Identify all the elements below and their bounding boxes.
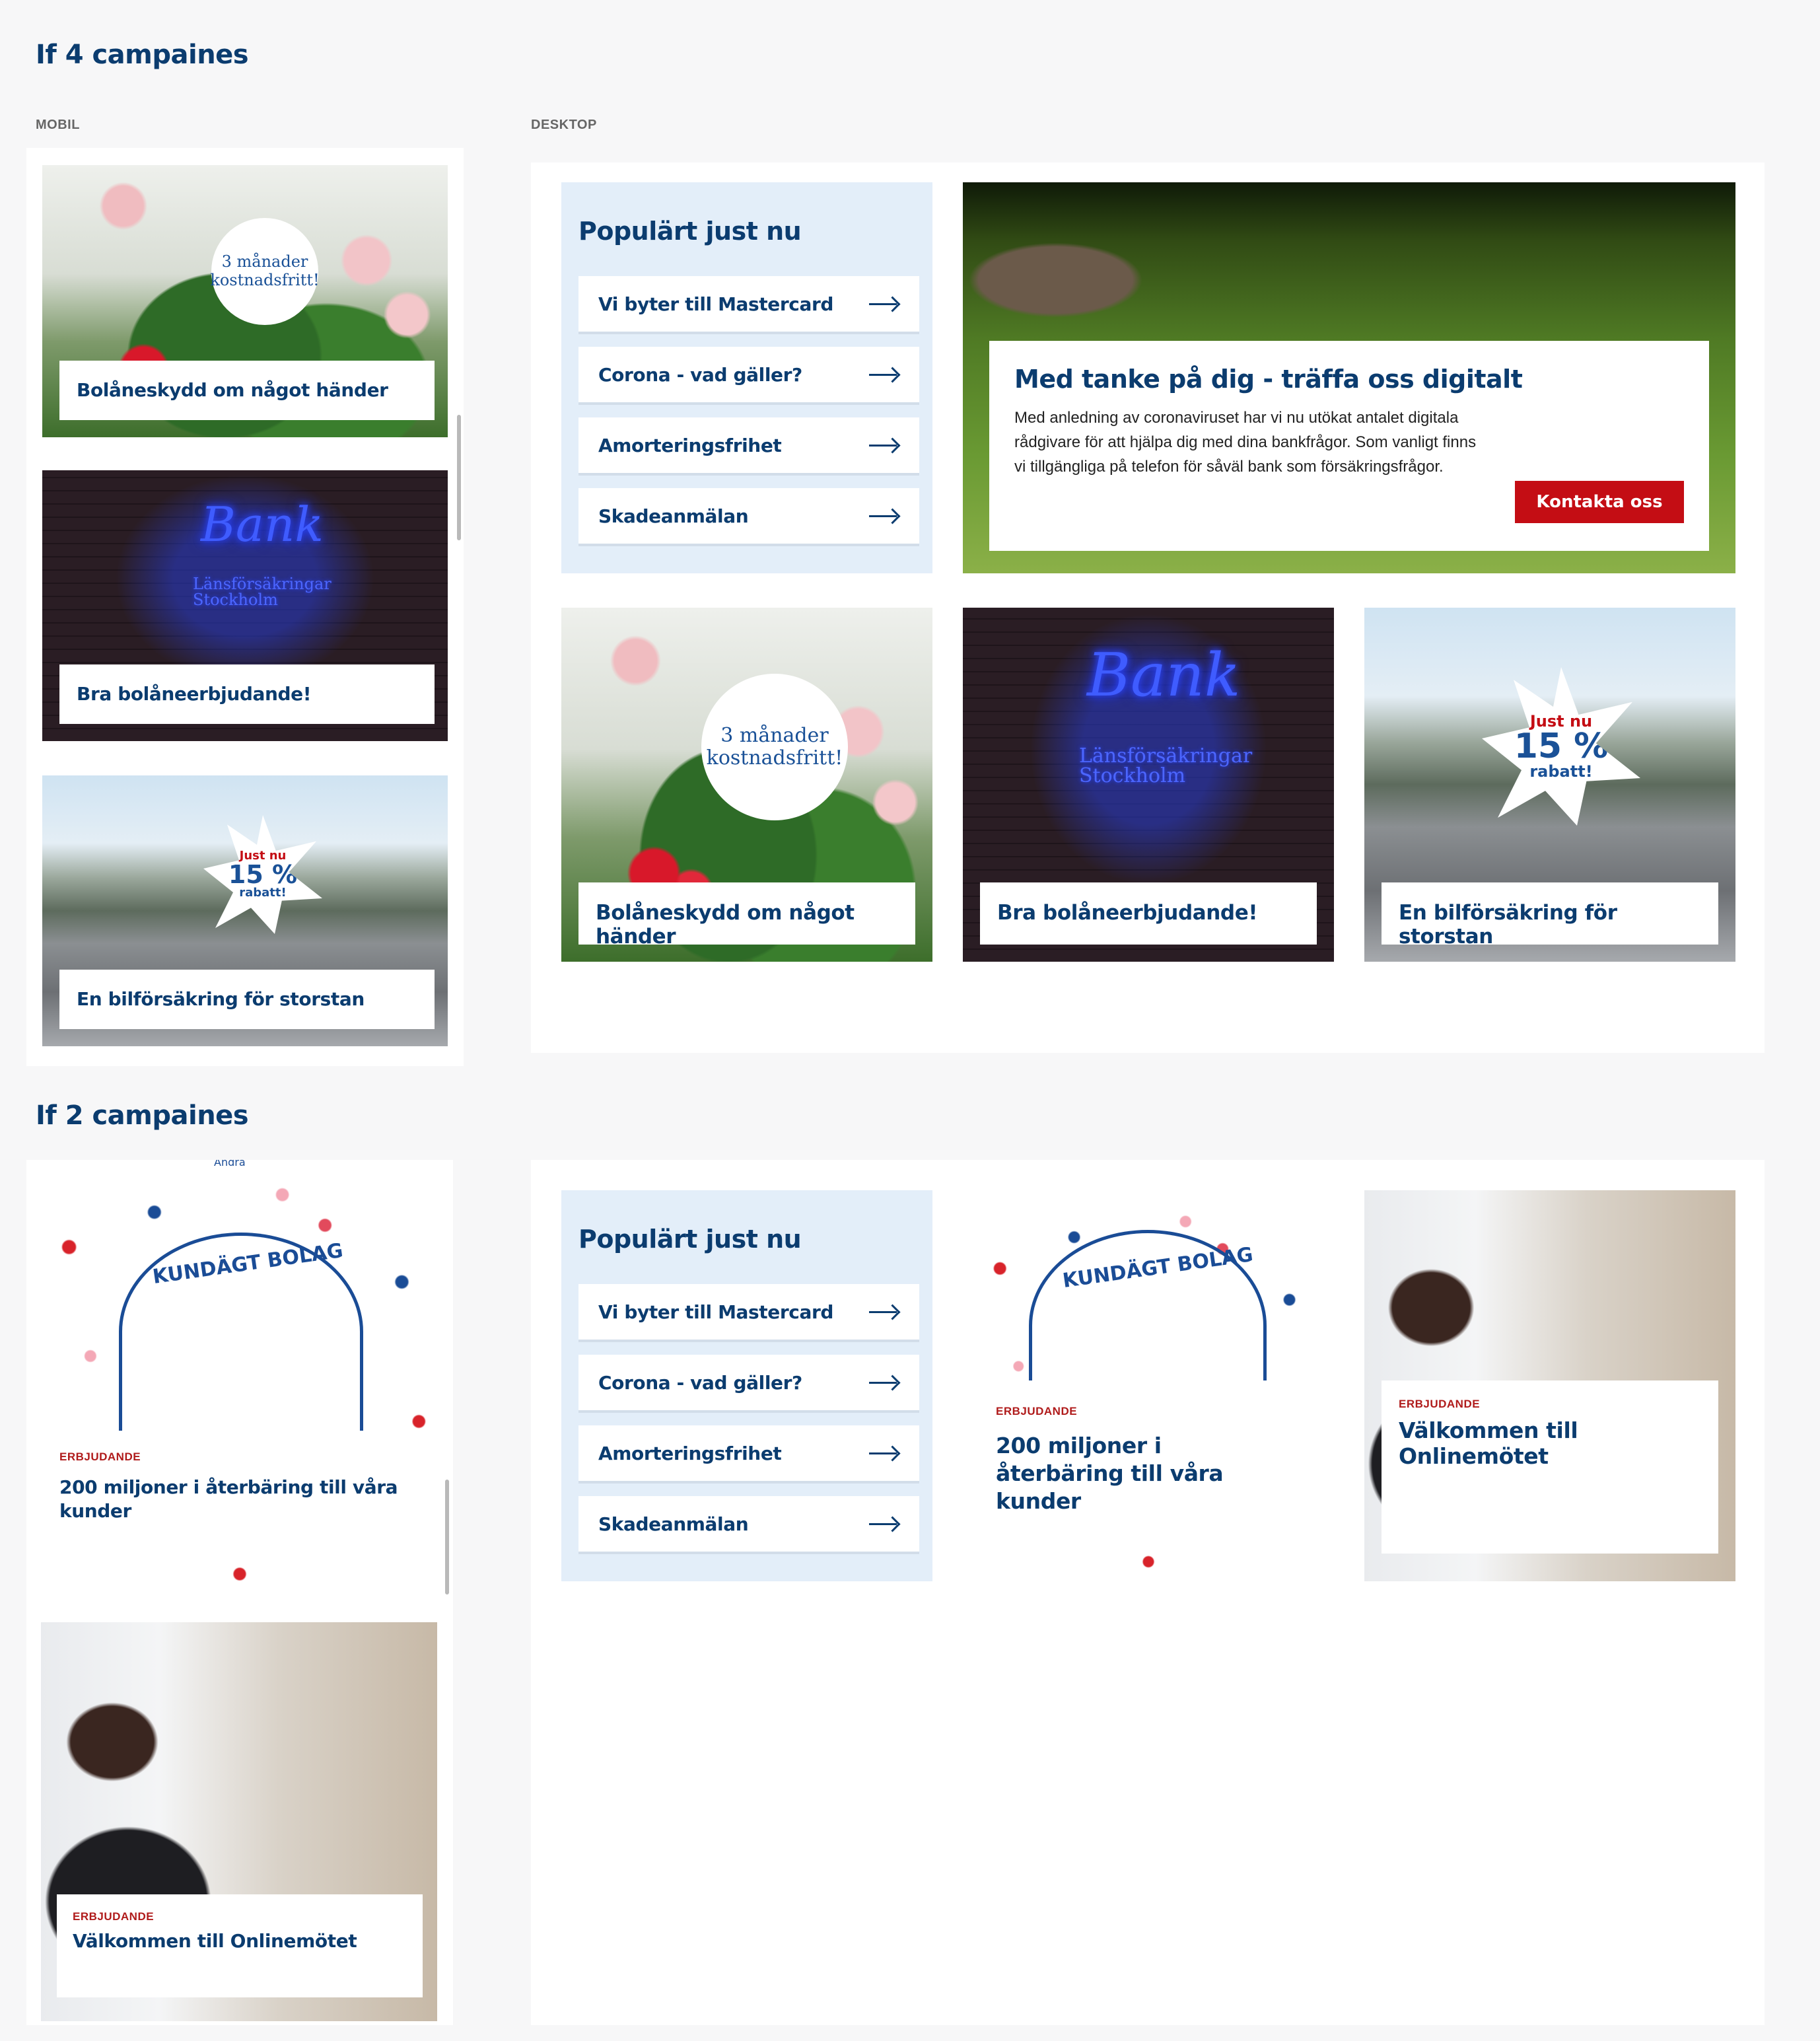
campaign-label: En bilförsäkring för storstan bbox=[59, 970, 435, 1029]
arrow-right-icon bbox=[869, 509, 899, 522]
campaign-label: En bilförsäkring för storstan bbox=[1382, 882, 1718, 949]
desktop-panel-2: Populärt just nu Vi byter till Mastercar… bbox=[531, 1160, 1765, 2025]
desktop-label: DESKTOP bbox=[531, 118, 597, 132]
discount-star-badge: Just nu 15 % rabatt! bbox=[1482, 667, 1640, 826]
popular-link-skadeanmalan[interactable]: Skadeanmälan bbox=[578, 488, 919, 546]
campaign-title: 200 miljoner i återbäring till våra kund… bbox=[996, 1433, 1224, 1514]
mobile-panel-2: Andra KUNDÄGT BOLAG ERBJUDANDE 200 miljo… bbox=[26, 1160, 453, 2025]
popular-link-skadeanmalan[interactable]: Skadeanmälan bbox=[578, 1496, 919, 1554]
campaign-title: Välkommen till Onlinemötet bbox=[1399, 1417, 1578, 1469]
popular-box: Populärt just nu Vi byter till Mastercar… bbox=[561, 1190, 932, 1581]
campaign-card-aterbaring[interactable]: Andra KUNDÄGT BOLAG ERBJUDANDE 200 miljo… bbox=[26, 1160, 453, 1596]
bank-neon-sub2: Stockholm bbox=[1079, 764, 1186, 787]
bank-neon-sign: Bank bbox=[201, 497, 324, 552]
bank-neon-sign: Bank bbox=[1087, 641, 1241, 710]
mobile-scrollbar[interactable] bbox=[457, 415, 461, 540]
campaign-label: ERBJUDANDE Välkommen till Onlinemötet bbox=[1382, 1380, 1718, 1554]
campaign-card-bolaneskydd[interactable]: 3 månader kostnadsfritt! Bolåneskydd om n… bbox=[561, 608, 932, 962]
popular-title: Populärt just nu bbox=[578, 217, 802, 246]
promo-badge: 3 månader kostnadsfritt! bbox=[701, 674, 848, 820]
campaign-label: Bolåneskydd om något händer bbox=[59, 361, 435, 420]
hero-body: Med anledning av coronaviruset har vi nu… bbox=[1014, 409, 1477, 476]
campaign-card-onlinemote[interactable]: ERBJUDANDE Välkommen till Onlinemötet bbox=[41, 1622, 437, 2021]
offer-tag: ERBJUDANDE bbox=[59, 1450, 141, 1463]
offer-tag: ERBJUDANDE bbox=[73, 1910, 155, 1923]
popular-link-amortering[interactable]: Amorteringsfrihet bbox=[578, 1425, 919, 1484]
promo-badge: 3 månader kostnadsfritt! bbox=[210, 218, 320, 325]
bank-neon-sub2: Stockholm bbox=[193, 591, 278, 609]
campaign-title: Välkommen till Onlinemötet bbox=[73, 1930, 357, 1952]
bank-neon-sub1: Länsförsäkringar bbox=[1079, 744, 1253, 768]
popular-link-corona[interactable]: Corona - vad gäller? bbox=[578, 347, 919, 405]
campaign-title: 200 miljoner i återbäring till våra kund… bbox=[59, 1476, 398, 1522]
section-title-2-campaigns: If 2 campaines bbox=[36, 1100, 249, 1131]
popular-link-corona[interactable]: Corona - vad gäller? bbox=[578, 1355, 919, 1413]
desktop-panel-4: Populärt just nu Vi byter till Mastercar… bbox=[531, 162, 1765, 1053]
campaign-card-bank[interactable]: Bank Länsförsäkringar Stockholm Bra bolå… bbox=[42, 470, 448, 741]
campaign-label: ERBJUDANDE Välkommen till Onlinemötet bbox=[57, 1894, 423, 1997]
popular-box: Populärt just nu Vi byter till Mastercar… bbox=[561, 182, 932, 573]
arrow-right-icon bbox=[869, 297, 899, 310]
mobile-panel-4: 3 månader kostnadsfritt! Bolåneskydd om n… bbox=[26, 148, 464, 1066]
campaign-label: ERBJUDANDE 200 miljoner i återbäring til… bbox=[44, 1437, 440, 1550]
campaign-card-bil[interactable]: Just nu 15 % rabatt! En bilförsäkring fö… bbox=[1364, 608, 1735, 962]
offer-tag: ERBJUDANDE bbox=[1399, 1398, 1481, 1410]
bank-neon-sub1: Länsförsäkringar bbox=[193, 575, 332, 593]
hero-title: Med tanke på dig - träffa oss digitalt bbox=[1014, 365, 1523, 394]
hero-content: Med tanke på dig - träffa oss digitalt M… bbox=[989, 341, 1709, 551]
campaign-label: Bra bolåneerbjudande! bbox=[980, 882, 1317, 945]
mobile-label: MOBIL bbox=[36, 118, 80, 132]
campaign-card-bank[interactable]: Bank Länsförsäkringar Stockholm Bra bolå… bbox=[963, 608, 1334, 962]
discount-star-badge: Just nu 15 % rabatt! bbox=[203, 815, 322, 934]
popular-link-mastercard[interactable]: Vi byter till Mastercard bbox=[578, 276, 919, 334]
hero-campaign[interactable]: Med tanke på dig - träffa oss digitalt M… bbox=[963, 182, 1735, 573]
arrow-right-icon bbox=[869, 1305, 899, 1318]
section-title-4-campaigns: If 4 campaines bbox=[36, 40, 249, 70]
contact-button[interactable]: Kontakta oss bbox=[1515, 481, 1684, 523]
campaign-card-bil[interactable]: Just nu 15 % rabatt! En bilförsäkring fö… bbox=[42, 775, 448, 1046]
campaign-card-onlinemote[interactable]: ERBJUDANDE Välkommen till Onlinemötet bbox=[1364, 1190, 1735, 1581]
campaign-label: ERBJUDANDE 200 miljoner i återbäring til… bbox=[963, 1380, 1319, 1539]
popular-link-mastercard[interactable]: Vi byter till Mastercard bbox=[578, 1284, 919, 1342]
popular-title: Populärt just nu bbox=[578, 1225, 802, 1254]
arrow-right-icon bbox=[869, 1447, 899, 1460]
popular-link-amortering[interactable]: Amorteringsfrihet bbox=[578, 417, 919, 476]
offer-tag: ERBJUDANDE bbox=[996, 1405, 1078, 1417]
arrow-right-icon bbox=[869, 1517, 899, 1530]
arrow-right-icon bbox=[869, 368, 899, 381]
campaign-label: Bolåneskydd om något händer bbox=[578, 882, 915, 949]
arrow-right-icon bbox=[869, 1376, 899, 1389]
campaign-label: Bra bolåneerbjudande! bbox=[59, 664, 435, 724]
mobile-scrollbar[interactable] bbox=[445, 1480, 449, 1594]
campaign-card-aterbaring[interactable]: KUNDÄGT BOLAG ERBJUDANDE 200 miljoner i … bbox=[963, 1190, 1334, 1581]
arrow-right-icon bbox=[869, 439, 899, 452]
campaign-card-bolaneskydd[interactable]: 3 månader kostnadsfritt! Bolåneskydd om n… bbox=[42, 165, 448, 437]
